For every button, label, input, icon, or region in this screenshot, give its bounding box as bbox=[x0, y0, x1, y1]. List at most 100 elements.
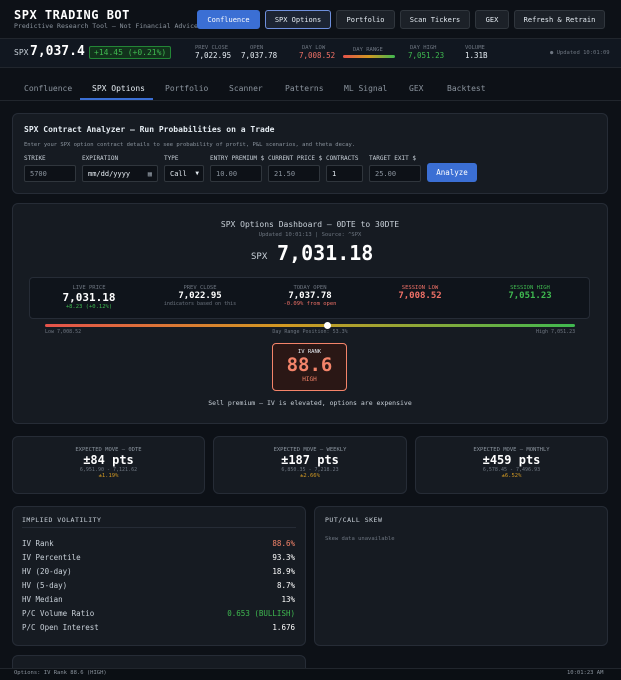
move-monthly-pct: ±6.52% bbox=[501, 473, 522, 479]
current-price-input[interactable]: 21.50 bbox=[268, 165, 320, 182]
ticker-change: +14.45 (+0.21%) bbox=[89, 46, 172, 59]
iv-row-value: 13% bbox=[281, 595, 295, 604]
day-low-value: 7,008.52 bbox=[299, 51, 336, 60]
target-exit-label: TARGET EXIT $ bbox=[369, 155, 416, 162]
dashboard-price: 7,031.18 bbox=[277, 241, 374, 265]
ticker-symbol: SPX bbox=[14, 48, 29, 57]
iv-panel-title: IMPLIED VOLATILITY bbox=[22, 516, 102, 524]
status-right: 10:01:23 AM bbox=[567, 670, 604, 676]
put-call-skew-panel bbox=[314, 506, 608, 646]
tab-confluence[interactable]: Confluence bbox=[24, 84, 72, 93]
expiration-label: EXPIRATION bbox=[82, 155, 119, 162]
session-low-value: 7,008.52 bbox=[398, 291, 442, 301]
iv-rank-level: HIGH bbox=[302, 376, 317, 383]
iv-row-value: 88.6% bbox=[272, 539, 295, 548]
iv-note: Sell premium — IV is elevated, options a… bbox=[208, 399, 412, 407]
analyzer-title: SPX Contract Analyzer — Run Probabilitie… bbox=[24, 125, 275, 134]
day-high-value: 7,051.23 bbox=[408, 51, 445, 60]
prev-close-note: indicators based on this bbox=[163, 301, 237, 307]
iv-row: HV (20-day) 18.9% bbox=[22, 567, 295, 581]
iv-row-value: 93.3% bbox=[272, 553, 295, 562]
session-low-stat: SESSION LOW 7,008.52 bbox=[360, 285, 480, 301]
move-monthly: EXPECTED MOVE — MONTHLY ±459 pts 6,578.4… bbox=[415, 447, 608, 479]
volume-value: 1.31B bbox=[465, 51, 488, 60]
spx-options-button[interactable]: SPX Options bbox=[265, 10, 331, 29]
tab-divider bbox=[0, 100, 621, 101]
tab-portfolio[interactable]: Portfolio bbox=[165, 84, 208, 93]
iv-row: IV Percentile 93.3% bbox=[22, 553, 295, 567]
iv-row: P/C Volume Ratio 0.653 (BULLISH) bbox=[22, 609, 295, 623]
target-exit-input[interactable]: 25.00 bbox=[369, 165, 421, 182]
strike-input[interactable]: 5700 bbox=[24, 165, 76, 182]
tab-ml-signal[interactable]: ML Signal bbox=[344, 84, 387, 93]
open-stat: OPEN 7,037.78 bbox=[241, 45, 277, 60]
day-range-position-bar bbox=[45, 324, 575, 327]
contracts-label: CONTRACTS bbox=[326, 155, 359, 162]
status-left: Options: IV Rank 88.6 (HIGH) bbox=[14, 670, 107, 676]
session-high-stat: SESSION HIGH 7,051.23 bbox=[470, 285, 590, 301]
updated-status: ● Updated 10:01:09 bbox=[550, 50, 610, 56]
strike-label: STRIKE bbox=[24, 155, 46, 162]
ticker-price: 7,037.4 bbox=[30, 44, 85, 59]
tab-spx-options[interactable]: SPX Options bbox=[92, 84, 145, 93]
live-price-value: 7,031.18 bbox=[62, 291, 116, 304]
expiration-placeholder: mm/dd/yyyy bbox=[88, 169, 131, 178]
app-title: SPX TRADING BOT bbox=[14, 8, 130, 22]
iv-row-key: P/C Open Interest bbox=[22, 623, 99, 632]
entry-premium-label: ENTRY PREMIUM $ bbox=[210, 155, 265, 162]
iv-row-key: P/C Volume Ratio bbox=[22, 609, 95, 618]
type-select[interactable]: Call ▼ bbox=[164, 165, 204, 182]
iv-table: IV Rank 88.6% IV Percentile 93.3% HV (20-d… bbox=[22, 539, 295, 637]
chevron-down-icon: ▼ bbox=[195, 170, 199, 177]
analyze-button[interactable]: Analyze bbox=[427, 163, 477, 182]
move-weekly-value: ±187 pts bbox=[281, 453, 339, 467]
contracts-input[interactable]: 1 bbox=[326, 165, 363, 182]
tab-scanner[interactable]: Scanner bbox=[229, 84, 263, 93]
iv-row-key: HV (20-day) bbox=[22, 567, 72, 576]
portfolio-button[interactable]: Portfolio bbox=[336, 10, 395, 29]
current-price-label: CURRENT PRICE $ bbox=[268, 155, 323, 162]
active-tab-indicator bbox=[80, 98, 153, 100]
scan-tickers-button[interactable]: Scan Tickers bbox=[400, 10, 470, 29]
refresh-retrain-button[interactable]: Refresh & Retrain bbox=[514, 10, 605, 29]
move-weekly-pct: ±2.66% bbox=[300, 473, 320, 479]
type-value: Call bbox=[170, 169, 187, 178]
iv-row-key: IV Rank bbox=[22, 539, 54, 548]
day-low-stat: DAY LOW 7,008.52 bbox=[299, 45, 335, 60]
move-weekly: EXPECTED MOVE — WEEKLY ±187 pts 6,850.35… bbox=[213, 447, 407, 479]
iv-row: HV Median 13% bbox=[22, 595, 295, 609]
confluence-button[interactable]: Confluence bbox=[197, 10, 260, 29]
move-0dte: EXPECTED MOVE — 0DTE ±84 pts 6,951.90 - … bbox=[12, 447, 205, 479]
live-price-stat: LIVE PRICE 7,031.18 +8.23 (+0.12%) bbox=[29, 285, 149, 310]
prev-close-value: 7,022.95 bbox=[195, 51, 232, 60]
iv-row: IV Rank 88.6% bbox=[22, 539, 295, 553]
day-range-bar bbox=[343, 55, 395, 58]
expiration-input[interactable]: mm/dd/yyyy ▦ bbox=[82, 165, 158, 182]
iv-row-value: 1.676 bbox=[272, 623, 295, 632]
tab-patterns[interactable]: Patterns bbox=[285, 84, 324, 93]
tab-gex[interactable]: GEX bbox=[409, 84, 423, 93]
move-0dte-value: ±84 pts bbox=[83, 453, 134, 467]
volume-stat: VOLUME 1.31B bbox=[465, 45, 488, 60]
move-0dte-pct: ±1.19% bbox=[98, 473, 119, 479]
gex-button[interactable]: GEX bbox=[475, 10, 509, 29]
iv-row-key: IV Percentile bbox=[22, 553, 81, 562]
type-label: TYPE bbox=[164, 155, 179, 162]
iv-row-key: HV (5-day) bbox=[22, 581, 68, 590]
tab-backtest[interactable]: Backtest bbox=[447, 84, 486, 93]
calendar-icon[interactable]: ▦ bbox=[148, 170, 152, 178]
range-high-label: High 7,051.23 bbox=[536, 329, 576, 335]
session-high-value: 7,051.23 bbox=[508, 291, 552, 301]
prev-close-card-value: 7,022.95 bbox=[178, 291, 222, 301]
iv-row: HV (5-day) 8.7% bbox=[22, 581, 295, 595]
today-open-value: 7,037.78 bbox=[288, 291, 332, 301]
prev-close-card-stat: PREV CLOSE 7,022.95 indicators based on … bbox=[140, 285, 260, 307]
iv-row: P/C Open Interest 1.676 bbox=[22, 623, 295, 637]
iv-panel-divider bbox=[22, 527, 296, 528]
range-position-label: Day Range Position: 53.3% bbox=[272, 329, 348, 335]
entry-premium-input[interactable]: 10.00 bbox=[210, 165, 262, 182]
today-open-stat: TODAY OPEN 7,037.78 -0.09% from open bbox=[250, 285, 370, 307]
day-range-marker bbox=[323, 322, 331, 329]
open-value: 7,037.78 bbox=[241, 51, 278, 60]
iv-row-value: 0.653 (BULLISH) bbox=[227, 609, 295, 618]
